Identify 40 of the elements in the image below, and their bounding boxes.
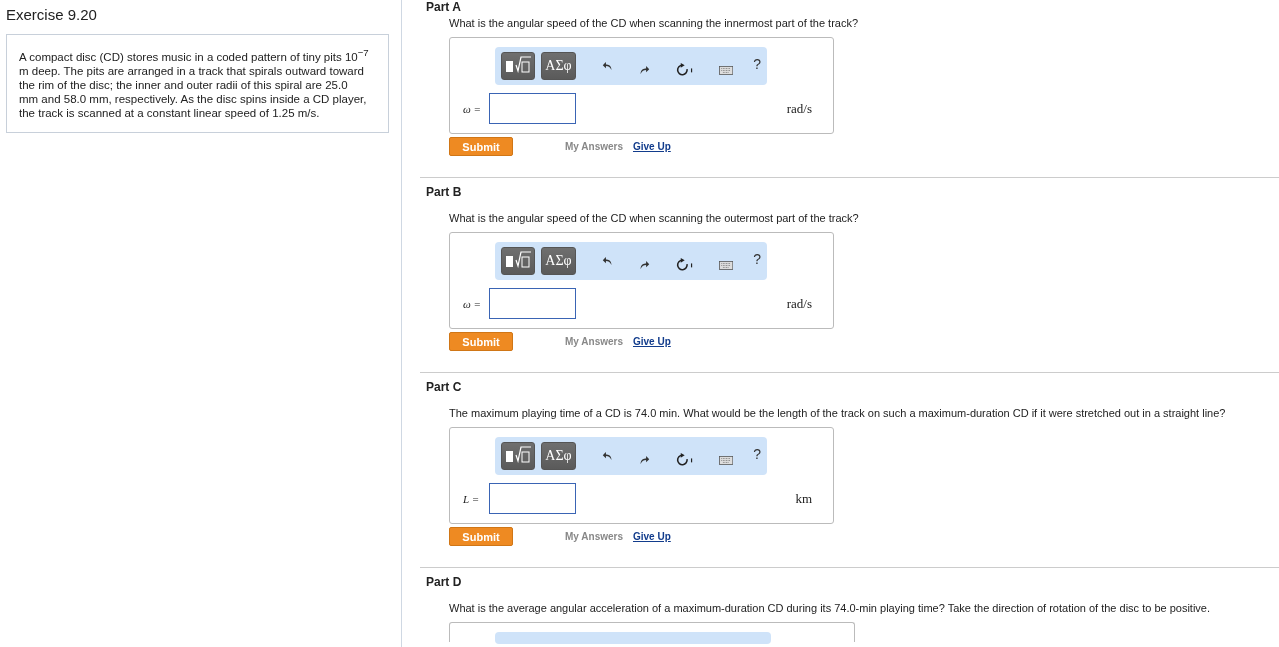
help-button[interactable]: ? xyxy=(739,251,761,267)
problem-text: A compact disc (CD) stores music in a coded pattern of tiny pits 10$^{−7}$ m deep. The pits are arranged in a track that spirals outward toward the rim of the disc; the inner and outer radii of this spiral are 25.0 mm and 58.0 mm, respectively. As the disc spins inside a CD player, the track is scanned at a constant linear speed of 1.25 m/s. xyxy=(19,46,369,120)
answer-field[interactable] xyxy=(489,483,576,514)
give-up-link[interactable]: Give Up xyxy=(633,531,671,542)
keyboard-icon[interactable] xyxy=(719,259,734,271)
help-button[interactable]: ? xyxy=(739,56,761,72)
variable-label: ω = xyxy=(462,102,482,115)
part-heading: Part B xyxy=(426,185,463,199)
unit-label: km xyxy=(795,490,812,507)
help-button[interactable]: ? xyxy=(739,446,761,462)
symbols-button[interactable]: ΑΣφ xyxy=(541,52,576,80)
question-text: The maximum playing time of a CD is 74.0 min. What would be the length of the track on such a maximum-duration CD if it were stretched out in a straight line? xyxy=(449,407,1227,419)
my-answers-link[interactable]: My Answers xyxy=(565,531,623,542)
unit-label: rad/s xyxy=(786,295,812,312)
answer-field[interactable] xyxy=(489,93,576,124)
my-answers-link[interactable]: My Answers xyxy=(565,336,623,347)
keyboard-icon[interactable] xyxy=(719,64,734,76)
part-heading: Part D xyxy=(426,575,463,589)
keyboard-icon[interactable] xyxy=(719,454,734,466)
symbols-button[interactable]: ΑΣφ xyxy=(541,442,576,470)
give-up-link[interactable]: Give Up xyxy=(633,336,671,347)
exercise-title: Exercise 9.20 xyxy=(6,6,98,23)
templates-button[interactable] xyxy=(501,52,536,80)
symbols-button[interactable]: ΑΣφ xyxy=(541,247,576,275)
question-text: What is the average angular acceleration of a maximum-duration CD during its 74.0-min playing time? Take the direction of rotation of the disc to be positive. xyxy=(449,602,1212,614)
templates-button[interactable] xyxy=(501,442,536,470)
part-heading: Part C xyxy=(426,380,463,394)
give-up-link[interactable]: Give Up xyxy=(633,141,671,152)
question-text: What is the angular speed of the CD when scanning the innermost part of the track? xyxy=(449,17,860,29)
part-heading: Part A xyxy=(426,0,462,13)
answer-field[interactable] xyxy=(489,288,576,319)
variable-label: L = xyxy=(462,492,481,505)
my-answers-link[interactable]: My Answers xyxy=(565,141,623,152)
reset-icon[interactable] xyxy=(675,61,694,79)
reset-icon[interactable] xyxy=(675,256,694,274)
variable-label: ω = xyxy=(462,297,482,310)
question-text: What is the angular speed of the CD when scanning the outermost part of the track? xyxy=(449,212,860,224)
reset-icon[interactable] xyxy=(675,451,694,469)
templates-button[interactable] xyxy=(501,247,536,275)
unit-label: rad/s xyxy=(786,100,812,117)
